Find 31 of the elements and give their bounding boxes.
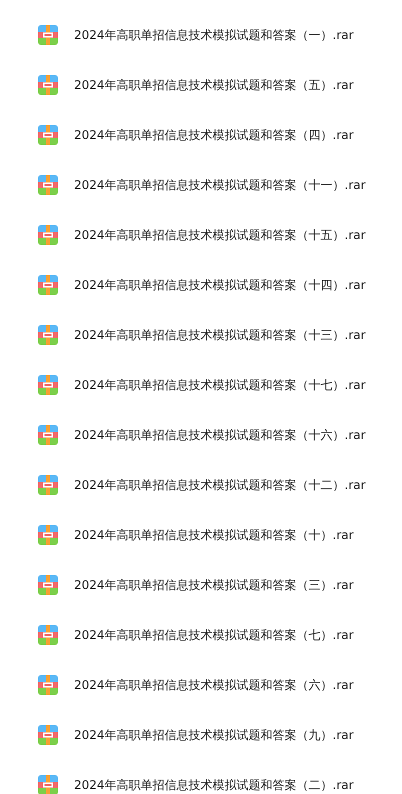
archive-icon — [38, 625, 58, 645]
file-name[interactable]: 2024年高职单招信息技术模拟试题和答案（三）.rar — [74, 576, 354, 594]
archive-icon — [38, 25, 58, 45]
archive-icon — [38, 425, 58, 445]
file-name[interactable]: 2024年高职单招信息技术模拟试题和答案（四）.rar — [74, 126, 354, 144]
file-name[interactable]: 2024年高职单招信息技术模拟试题和答案（一）.rar — [74, 26, 354, 44]
file-name[interactable]: 2024年高职单招信息技术模拟试题和答案（五）.rar — [74, 76, 354, 94]
archive-icon — [38, 675, 58, 695]
file-name[interactable]: 2024年高职单招信息技术模拟试题和答案（十五）.rar — [74, 226, 366, 244]
archive-icon — [38, 375, 58, 395]
file-name[interactable]: 2024年高职单招信息技术模拟试题和答案（十四）.rar — [74, 276, 366, 294]
file-name[interactable]: 2024年高职单招信息技术模拟试题和答案（九）.rar — [74, 726, 354, 744]
archive-icon — [38, 575, 58, 595]
archive-icon — [38, 175, 58, 195]
file-name[interactable]: 2024年高职单招信息技术模拟试题和答案（十一）.rar — [74, 176, 366, 194]
archive-icon — [38, 275, 58, 295]
archive-icon — [38, 525, 58, 545]
file-name[interactable]: 2024年高职单招信息技术模拟试题和答案（十二）.rar — [74, 476, 366, 494]
archive-icon — [38, 325, 58, 345]
file-name[interactable]: 2024年高职单招信息技术模拟试题和答案（十七）.rar — [74, 376, 366, 394]
archive-icon — [38, 125, 58, 145]
archive-icon — [38, 725, 58, 745]
file-name[interactable]: 2024年高职单招信息技术模拟试题和答案（六）.rar — [74, 676, 354, 694]
file-name[interactable]: 2024年高职单招信息技术模拟试题和答案（二）.rar — [74, 776, 354, 794]
archive-icon — [38, 75, 58, 95]
file-name[interactable]: 2024年高职单招信息技术模拟试题和答案（十六）.rar — [74, 426, 366, 444]
file-name[interactable]: 2024年高职单招信息技术模拟试题和答案（十）.rar — [74, 526, 354, 544]
file-name[interactable]: 2024年高职单招信息技术模拟试题和答案（十三）.rar — [74, 326, 366, 344]
archive-icon — [38, 225, 58, 245]
archive-icon — [38, 475, 58, 495]
file-name[interactable]: 2024年高职单招信息技术模拟试题和答案（七）.rar — [74, 626, 354, 644]
